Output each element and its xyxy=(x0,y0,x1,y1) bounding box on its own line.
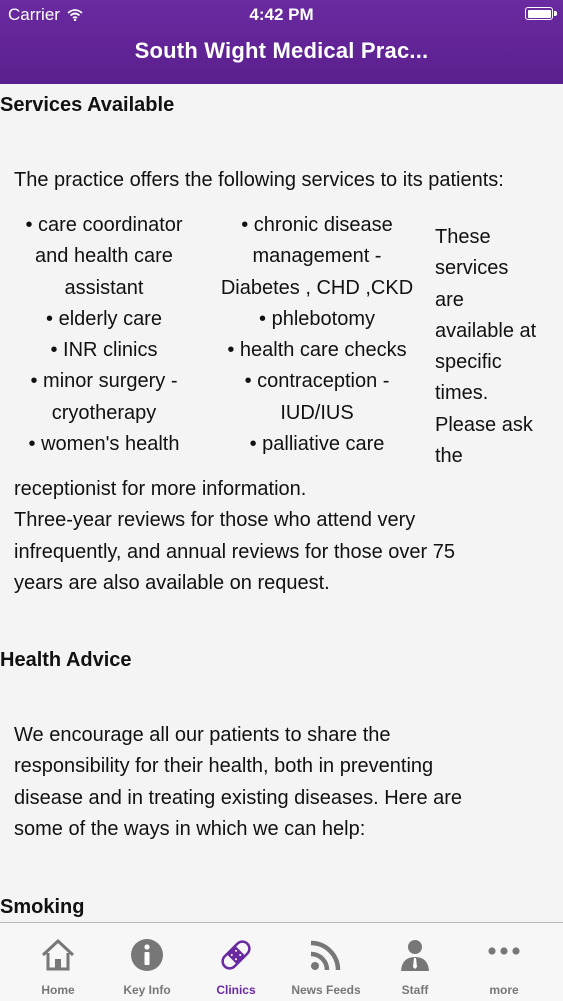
info-icon xyxy=(131,939,163,971)
services-column-2: • chronic disease management - Diabetes … xyxy=(220,214,414,456)
bandage-icon xyxy=(221,940,251,970)
tab-staff[interactable]: Staff xyxy=(370,923,460,1001)
clock: 4:42 PM xyxy=(249,5,314,24)
tab-bar: Home Key Info Clinics News Feeds Staff m… xyxy=(0,922,563,1001)
health-advice-text: We encourage all our patients to share t… xyxy=(14,724,463,840)
home-icon xyxy=(41,939,75,971)
status-bar: Carrier 4:42 PM xyxy=(0,0,563,30)
services-side-note: These services are available at specific… xyxy=(435,226,537,468)
tab-clinics[interactable]: Clinics xyxy=(191,923,281,1001)
services-intro: The practice offers the following servic… xyxy=(14,169,504,191)
health-advice-heading: Health Advice xyxy=(0,649,132,671)
tab-more[interactable]: more xyxy=(459,923,549,1001)
tab-label: Clinics xyxy=(216,983,256,997)
services-heading: Services Available xyxy=(0,94,175,116)
tab-key-info[interactable]: Key Info xyxy=(102,923,192,1001)
page-title: South Wight Medical Prac... xyxy=(134,38,429,63)
tab-home[interactable]: Home xyxy=(13,923,103,1001)
services-footnote: receptionist for more information. Three… xyxy=(14,478,456,594)
services-column-1: • care coordinator and health care assis… xyxy=(25,214,183,456)
tab-news-feeds[interactable]: News Feeds xyxy=(281,923,371,1001)
tab-label: Key Info xyxy=(123,983,171,997)
tab-label: Home xyxy=(41,983,75,997)
content-scroll[interactable]: Services Available The practice offers t… xyxy=(0,84,563,922)
smoking-heading: Smoking xyxy=(0,896,85,918)
more-icon xyxy=(488,947,520,955)
tab-label: Staff xyxy=(401,983,429,997)
rss-icon xyxy=(310,940,341,971)
app-header: Carrier 4:42 PM South Wight Medical Prac… xyxy=(0,0,563,84)
person-icon xyxy=(401,940,429,971)
battery-icon xyxy=(525,7,557,20)
tab-label: News Feeds xyxy=(291,983,361,997)
tab-label: more xyxy=(489,983,519,997)
